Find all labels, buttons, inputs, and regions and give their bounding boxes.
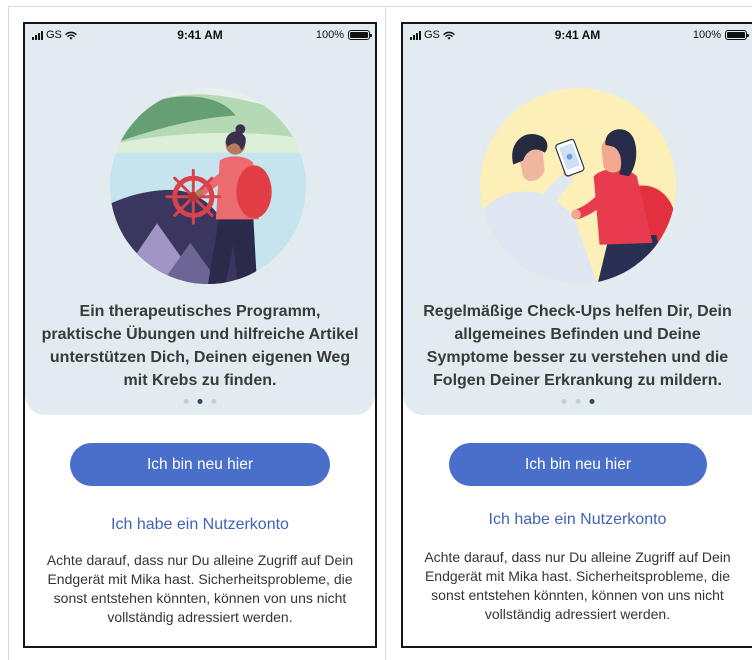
deck-panel (110, 244, 136, 284)
disclaimer-line: vollständig adressiert werden. (107, 609, 293, 625)
person-hand (195, 189, 203, 197)
backpack (236, 165, 272, 219)
frame-divider (385, 6, 386, 660)
status-time: 9:41 AM (177, 28, 223, 42)
new-user-button[interactable]: Ich bin neu hier (70, 443, 330, 486)
battery-level (350, 32, 368, 38)
status-bar-left: GS (32, 29, 77, 41)
signal-bar (410, 36, 412, 40)
onboarding-headline: Regelmäßige Check-Ups helfen Dir, Dein a… (403, 300, 752, 392)
phone-screen-onboarding-1: GS 9:41 AM 100% Ein therapeutisches Prog… (23, 22, 377, 648)
carrier-name: GS (424, 29, 440, 41)
onboarding-carousel-card[interactable]: GS 9:41 AM 100% (403, 24, 752, 415)
wifi-icon (65, 31, 77, 40)
headline-line: Ein therapeutisches Programm, (79, 303, 321, 320)
sailing-scene (110, 88, 306, 284)
security-disclaimer: Achte darauf, dass nur Du alleine Zugrif… (403, 548, 752, 624)
signal-bars-icon (410, 30, 421, 40)
headline-line: Regelmäßige Check-Ups helfen Dir, Dein (423, 303, 732, 320)
page-indicator[interactable] (561, 398, 594, 404)
checkup-scene (480, 88, 676, 284)
onboarding-illustration (480, 88, 676, 284)
battery-level (727, 32, 745, 38)
headline-line: Symptome besser zu verstehen und die (426, 349, 729, 366)
onboarding-illustration (110, 88, 306, 284)
headline-line: unterstützen Dich, Deinen eigenen Weg (49, 349, 351, 366)
status-bar: GS 9:41 AM 100% (403, 28, 752, 42)
page-dot (561, 398, 566, 404)
security-disclaimer: Achte darauf, dass nur Du alleine Zugrif… (25, 551, 375, 627)
wifi-icon (443, 31, 455, 40)
disclaimer-line: sonst entstehen könnten, können von uns … (431, 587, 724, 603)
page-dot-active (197, 398, 203, 404)
battery-percent: 100% (315, 29, 344, 41)
battery-icon (348, 30, 372, 40)
battery-percent: 100% (692, 29, 721, 41)
page-indicator[interactable] (183, 398, 217, 404)
signal-bars-icon (32, 30, 43, 40)
frame-border-top (8, 6, 752, 7)
headline-line: mit Krebs zu finden. (123, 372, 277, 389)
disclaimer-line: sonst entstehen könnten, können von uns … (53, 590, 347, 606)
woman-hand (571, 209, 581, 220)
disclaimer-line: Endgerät mit Mika hast. Sicherheitsprobl… (424, 568, 731, 584)
page-dot-active (589, 398, 594, 404)
signal-bar (35, 34, 37, 40)
status-bar-left: GS (410, 29, 455, 41)
page-dot (183, 398, 189, 404)
page-dot (211, 398, 217, 404)
existing-account-link[interactable]: Ich habe ein Nutzerkonto (111, 515, 289, 535)
signal-bar (41, 30, 43, 40)
disclaimer-line: Endgerät mit Mika hast. Sicherheitsprobl… (47, 571, 353, 587)
status-time: 9:41 AM (554, 28, 601, 42)
status-bar-right: 100% (315, 29, 372, 41)
signal-bar (32, 36, 34, 40)
headline-line: Folgen Deiner Erkrankung zu mildern. (433, 372, 722, 389)
headline-line: praktische Übungen und hilfreiche Artike… (41, 326, 359, 343)
signal-bar (413, 34, 415, 40)
onboarding-headline: Ein therapeutisches Programm, praktische… (25, 300, 375, 392)
disclaimer-line: vollständig adressiert werden. (484, 606, 671, 622)
signal-bar (38, 32, 40, 40)
signal-bar (416, 32, 418, 40)
phone-screen-onboarding-2: GS 9:41 AM 100% Regelmäßige Check-Ups he… (401, 22, 752, 648)
onboarding-carousel-card[interactable]: GS 9:41 AM 100% (25, 24, 375, 415)
frame-border-left (8, 6, 9, 660)
status-bar: GS 9:41 AM 100% (25, 28, 375, 42)
battery-icon (725, 30, 749, 40)
new-user-button[interactable]: Ich bin neu hier (449, 443, 707, 486)
disclaimer-line: Achte darauf, dass nur Du alleine Zugrif… (46, 552, 354, 568)
existing-account-link[interactable]: Ich habe ein Nutzerkonto (489, 510, 667, 530)
hair-bun (235, 124, 246, 135)
headline-line: allgemeines Befinden und Deine (454, 326, 701, 343)
signal-bar (419, 30, 421, 40)
page-dot (575, 398, 580, 404)
disclaimer-line: Achte darauf, dass nur Du alleine Zugrif… (424, 549, 731, 565)
carrier-name: GS (46, 29, 62, 41)
status-bar-right: 100% (692, 29, 749, 41)
